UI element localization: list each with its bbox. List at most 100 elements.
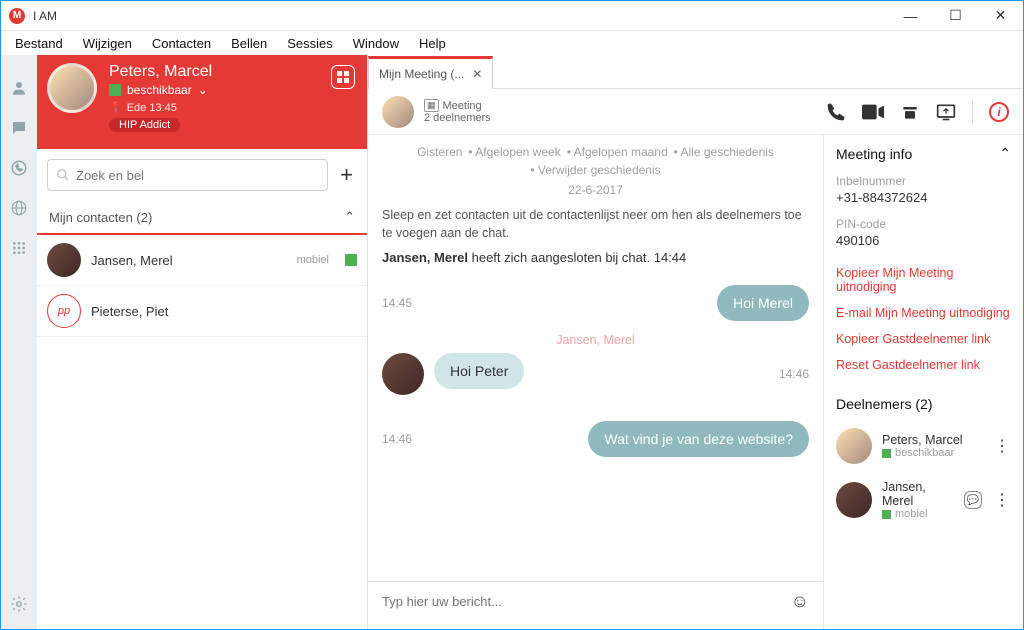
copy-invite-link[interactable]: Kopieer Mijn Meeting uitnodiging bbox=[836, 266, 1011, 294]
participant-name: Peters, Marcel bbox=[882, 433, 984, 447]
chevron-up-icon: ⌃ bbox=[999, 145, 1011, 162]
contact-name: Jansen, Merel bbox=[91, 253, 287, 268]
message-bubble: Hoi Merel bbox=[717, 285, 809, 321]
user-avatar[interactable] bbox=[47, 63, 97, 113]
tab-close-icon[interactable]: ✕ bbox=[472, 67, 482, 81]
participant-more-icon[interactable]: ⋮ bbox=[994, 436, 1011, 456]
copy-guest-link[interactable]: Kopieer Gastdeelnemer link bbox=[836, 332, 1011, 346]
search-input[interactable] bbox=[76, 168, 319, 183]
message-row-incoming: Hoi Peter 14:46 bbox=[382, 353, 809, 395]
chevron-down-icon: ⌄ bbox=[198, 83, 208, 97]
sidebar-iconbar bbox=[1, 55, 37, 629]
app-title: I AM bbox=[33, 9, 57, 23]
delete-history-link[interactable]: Verwijder geschiedenis bbox=[530, 163, 660, 177]
participant-row[interactable]: Peters, Marcel beschikbaar ⋮ bbox=[836, 428, 1011, 464]
emoji-icon[interactable]: ☺ bbox=[791, 591, 809, 612]
pin-value: 490106 bbox=[836, 233, 1011, 248]
join-event-name: Jansen, Merel bbox=[382, 250, 468, 265]
contact-avatar bbox=[47, 243, 81, 277]
user-status-text: beschikbaar bbox=[127, 83, 192, 97]
participant-name: Jansen, Merel bbox=[882, 480, 954, 508]
voice-call-icon[interactable] bbox=[826, 102, 846, 122]
desk-phone-icon[interactable] bbox=[900, 102, 920, 122]
video-call-icon[interactable] bbox=[862, 104, 884, 120]
info-panel-title: Meeting info bbox=[836, 146, 912, 162]
calls-icon[interactable] bbox=[8, 157, 30, 179]
presence-indicator-icon bbox=[345, 254, 357, 266]
message-avatar bbox=[382, 353, 424, 395]
history-last-month[interactable]: Afgelopen maand bbox=[567, 145, 668, 159]
search-icon bbox=[56, 168, 70, 182]
info-panel-header[interactable]: Meeting info ⌃ bbox=[836, 145, 1011, 162]
location-pin-icon: 📍 bbox=[109, 101, 123, 114]
settings-icon[interactable] bbox=[8, 593, 30, 615]
user-header: Peters, Marcel beschikbaar ⌄ 📍 Ede 13:45… bbox=[37, 55, 367, 149]
participant-chat-icon[interactable]: 💬 bbox=[964, 491, 982, 509]
conversation-subtitle: 2 deelnemers bbox=[424, 112, 491, 124]
user-location: 📍 Ede 13:45 bbox=[109, 101, 357, 114]
menu-bellen[interactable]: Bellen bbox=[223, 34, 275, 53]
meeting-icon: ▦ bbox=[424, 99, 439, 112]
search-input-wrapper[interactable] bbox=[47, 159, 328, 191]
menu-contacten[interactable]: Contacten bbox=[144, 34, 219, 53]
conversation-header: ▦Meeting 2 deelnemers i bbox=[368, 89, 1023, 135]
menu-window[interactable]: Window bbox=[345, 34, 407, 53]
message-input[interactable] bbox=[382, 594, 791, 609]
web-icon[interactable] bbox=[8, 197, 30, 219]
contact-status: mobiel bbox=[297, 254, 329, 266]
history-filter-row: Gisteren Afgelopen week Afgelopen maand … bbox=[382, 143, 809, 161]
contacts-icon[interactable] bbox=[8, 77, 30, 99]
contact-row[interactable]: pp Pieterse, Piet bbox=[37, 286, 367, 337]
sender-name: Jansen, Merel bbox=[382, 333, 809, 347]
message-bubble: Wat vind je van deze website? bbox=[588, 421, 809, 457]
pin-label: PIN-code bbox=[836, 217, 1011, 231]
content-panel: Mijn Meeting (... ✕ ▦Meeting 2 deelnemer… bbox=[367, 55, 1023, 629]
user-status-selector[interactable]: beschikbaar ⌄ bbox=[109, 83, 357, 97]
tab-label: Mijn Meeting (... bbox=[379, 67, 464, 81]
presence-indicator-icon bbox=[345, 305, 357, 317]
participant-more-icon[interactable]: ⋮ bbox=[994, 490, 1011, 510]
divider bbox=[972, 100, 973, 124]
join-event-text: heeft zich aangesloten bij chat. 14:44 bbox=[468, 250, 686, 265]
menu-help[interactable]: Help bbox=[411, 34, 454, 53]
info-panel: Meeting info ⌃ Inbelnummer +31-884372624… bbox=[823, 135, 1023, 629]
email-invite-link[interactable]: E-mail Mijn Meeting uitnodiging bbox=[836, 306, 1011, 320]
dial-label: Inbelnummer bbox=[836, 174, 1011, 188]
add-contact-button[interactable]: + bbox=[336, 162, 357, 188]
message-row-outgoing: 14:46 Wat vind je van deze website? bbox=[382, 421, 809, 457]
dialpad-icon[interactable] bbox=[8, 237, 30, 259]
message-input-bar: ☺ bbox=[368, 581, 823, 621]
left-panel: Peters, Marcel beschikbaar ⌄ 📍 Ede 13:45… bbox=[37, 55, 367, 629]
user-location-text: Ede 13:45 bbox=[127, 102, 177, 114]
participant-avatar bbox=[836, 428, 872, 464]
menu-wijzigen[interactable]: Wijzigen bbox=[75, 34, 140, 53]
user-badge: HIP Addict bbox=[109, 118, 180, 132]
presence-indicator-icon bbox=[882, 449, 891, 458]
menu-sessies[interactable]: Sessies bbox=[279, 34, 341, 53]
tab-bar: Mijn Meeting (... ✕ bbox=[368, 55, 1023, 89]
history-yesterday[interactable]: Gisteren bbox=[417, 145, 462, 159]
maximize-button[interactable]: ☐ bbox=[933, 1, 978, 31]
message-time: 14:46 bbox=[779, 367, 809, 381]
contact-row[interactable]: Jansen, Merel mobiel bbox=[37, 235, 367, 286]
info-icon[interactable]: i bbox=[989, 102, 1009, 122]
close-button[interactable]: ✕ bbox=[978, 1, 1023, 31]
participant-avatar bbox=[836, 482, 872, 518]
chat-icon[interactable] bbox=[8, 117, 30, 139]
chat-date: 22-6-2017 bbox=[382, 183, 809, 197]
tab-meeting[interactable]: Mijn Meeting (... ✕ bbox=[368, 56, 493, 89]
reset-guest-link[interactable]: Reset Gastdeelnemer link bbox=[836, 358, 1011, 372]
minimize-button[interactable]: — bbox=[888, 1, 933, 31]
apps-grid-icon[interactable] bbox=[331, 65, 355, 89]
message-bubble: Hoi Peter bbox=[434, 353, 524, 389]
dial-value: +31-884372624 bbox=[836, 190, 1011, 205]
message-row-outgoing: 14:45 Hoi Merel bbox=[382, 285, 809, 321]
participant-row[interactable]: Jansen, Merel mobiel 💬 ⋮ bbox=[836, 480, 1011, 520]
contact-avatar-initials: pp bbox=[47, 294, 81, 328]
menu-bestand[interactable]: Bestand bbox=[7, 34, 71, 53]
screen-share-icon[interactable] bbox=[936, 103, 956, 121]
contacts-group-header[interactable]: Mijn contacten (2) ⌃ bbox=[37, 201, 367, 235]
history-all[interactable]: Alle geschiedenis bbox=[674, 145, 774, 159]
chat-column: Gisteren Afgelopen week Afgelopen maand … bbox=[368, 135, 823, 629]
history-last-week[interactable]: Afgelopen week bbox=[468, 145, 560, 159]
